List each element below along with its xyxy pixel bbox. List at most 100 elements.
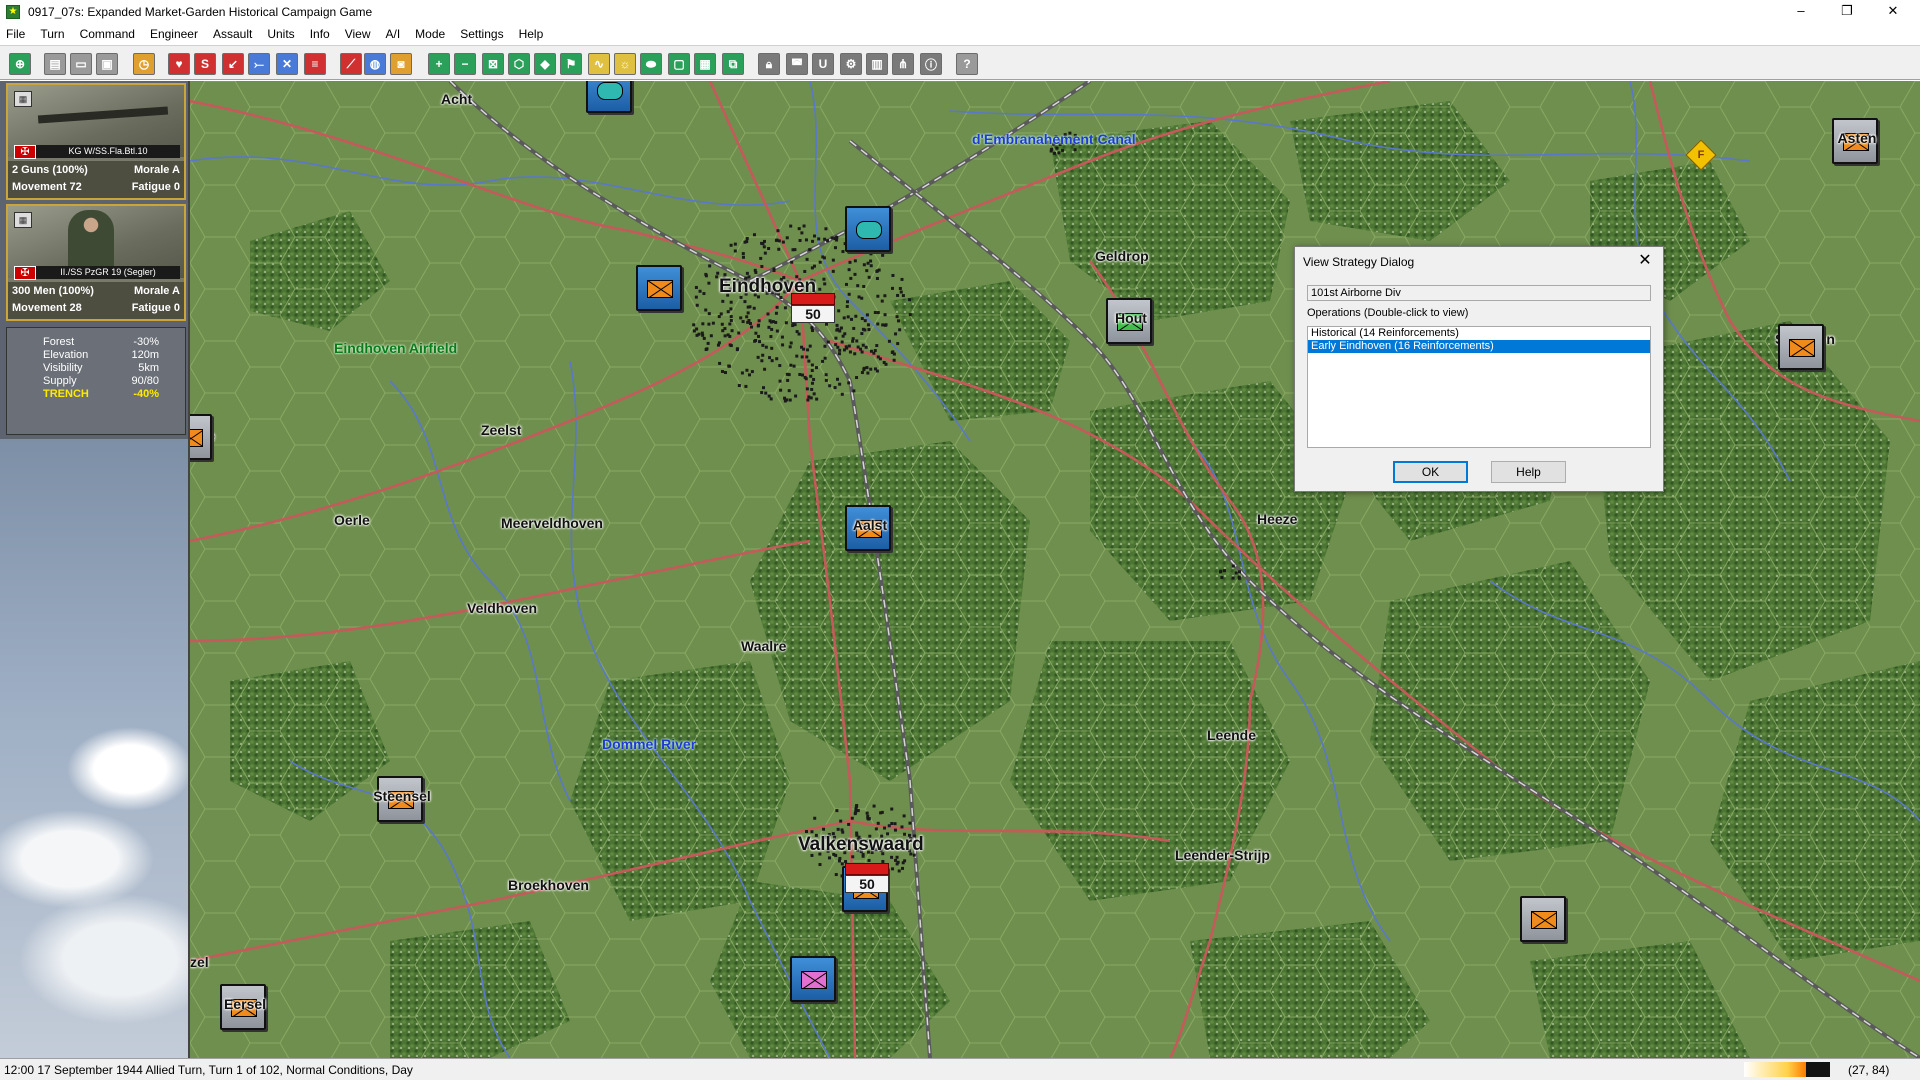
menu-command[interactable]: Command: [80, 27, 135, 41]
menu-engineer[interactable]: Engineer: [150, 27, 198, 41]
menu-a-i[interactable]: A/I: [386, 27, 401, 41]
supply-icon[interactable]: S: [194, 53, 216, 75]
building: [760, 264, 764, 268]
unit-counter-asten[interactable]: Asten: [1832, 118, 1878, 164]
stack-icon[interactable]: ▥: [866, 53, 888, 75]
menu-turn[interactable]: Turn: [40, 27, 64, 41]
building: [695, 327, 699, 331]
sun-icon[interactable]: ☼: [614, 53, 636, 75]
artillery-icon[interactable]: ⤚: [248, 53, 270, 75]
unit-counter-eersel[interactable]: Eersel: [220, 984, 266, 1030]
list-icon[interactable]: ≡: [304, 53, 326, 75]
document-icon[interactable]: ▤: [44, 53, 66, 75]
menu-assault[interactable]: Assault: [213, 27, 252, 41]
unit-counter[interactable]: [1778, 324, 1824, 370]
operation-historical[interactable]: Historical (14 Reinforcements): [1308, 327, 1650, 340]
operation-early-eindhoven[interactable]: Early Eindhoven (16 Reinforcements): [1308, 340, 1650, 353]
plus-icon[interactable]: +: [428, 53, 450, 75]
building: [824, 227, 828, 231]
info-icon[interactable]: ⓘ: [920, 53, 942, 75]
menu-units[interactable]: Units: [267, 27, 294, 41]
victory-point-marker[interactable]: 50: [845, 863, 889, 897]
menu-file[interactable]: File: [6, 27, 25, 41]
dialog-close-button[interactable]: ✕: [1633, 250, 1657, 272]
menu-view[interactable]: View: [345, 27, 371, 41]
unit-counter[interactable]: [586, 81, 632, 113]
maximize-button[interactable]: ❐: [1824, 0, 1870, 24]
menu-mode[interactable]: Mode: [415, 27, 445, 41]
infantry-symbol-icon: [1531, 911, 1557, 929]
building: [768, 356, 772, 360]
heart-icon[interactable]: ♥: [168, 53, 190, 75]
building: [1053, 151, 1057, 155]
building: [880, 299, 884, 303]
unit-icon[interactable]: U: [812, 53, 834, 75]
help-button[interactable]: Help: [1491, 461, 1566, 483]
operations-list[interactable]: Historical (14 Reinforcements) Early Ein…: [1307, 326, 1651, 448]
german-flag-icon: ✠: [14, 266, 36, 280]
unit-counter[interactable]: [636, 265, 682, 311]
shield-icon[interactable]: ◍: [364, 53, 386, 75]
building: [764, 345, 768, 349]
zoom-icon[interactable]: ⧉: [722, 53, 744, 75]
building: [1055, 146, 1059, 150]
river-icon[interactable]: ∿: [588, 53, 610, 75]
close-button[interactable]: ✕: [1870, 0, 1916, 24]
clock-icon[interactable]: ◷: [133, 53, 155, 75]
building: [815, 397, 819, 401]
air-icon[interactable]: ✕: [276, 53, 298, 75]
building: [861, 343, 865, 347]
building: [802, 224, 806, 228]
unit-card-2[interactable]: ▦ ✠ II./SS PzGR 19 (Segler) 300 Men (100…: [6, 204, 186, 321]
unit-counter-aalst[interactable]: Aalst: [845, 505, 891, 551]
building: [866, 323, 870, 327]
lock-icon[interactable]: 🔒︎: [758, 53, 780, 75]
line-icon[interactable]: ⟋: [340, 53, 362, 75]
hex-map[interactable]: d'Embranahement Canal Dommel River Eindh…: [190, 81, 1920, 1058]
building: [839, 326, 843, 330]
map-terrain[interactable]: [190, 81, 1920, 1058]
ok-button[interactable]: OK: [1393, 461, 1468, 483]
flag-icon[interactable]: ⚑: [560, 53, 582, 75]
building: [855, 339, 859, 343]
minus-icon[interactable]: −: [454, 53, 476, 75]
unit-counter-hout[interactable]: Hout: [1106, 298, 1152, 344]
building: [784, 321, 788, 325]
wrench-icon[interactable]: ↙: [222, 53, 244, 75]
folder-icon[interactable]: ▭: [70, 53, 92, 75]
monitor-icon[interactable]: ▢: [668, 53, 690, 75]
building: [900, 866, 904, 870]
unit-counter-steensel[interactable]: Steensel: [373, 776, 431, 822]
unit-counter[interactable]: [190, 414, 212, 460]
menu-settings[interactable]: Settings: [460, 27, 503, 41]
menu-help[interactable]: Help: [519, 27, 544, 41]
tank-icon[interactable]: ◚: [786, 53, 808, 75]
minimize-button[interactable]: –: [1778, 0, 1824, 24]
hex-icon[interactable]: ⬡: [508, 53, 530, 75]
building: [878, 357, 882, 361]
town-heeze: Heeze: [1257, 511, 1298, 527]
unit-counter[interactable]: [1520, 896, 1566, 942]
building: [856, 284, 860, 288]
victory-point-marker[interactable]: 50: [791, 293, 835, 327]
unit-card-1[interactable]: ▦ ✠ KG W/SS.Fla.Btl.10 2 Guns (100%) Mor…: [6, 83, 186, 200]
building: [872, 351, 876, 355]
menu-info[interactable]: Info: [310, 27, 330, 41]
headquarters-icon[interactable]: ◙: [390, 53, 412, 75]
target-icon[interactable]: ⊕: [9, 53, 31, 75]
building: [900, 825, 904, 829]
road-icon[interactable]: ⬬: [640, 53, 662, 75]
building: [837, 309, 841, 313]
unit-counter[interactable]: [845, 206, 891, 252]
unit-counter[interactable]: [790, 956, 836, 1002]
grid-icon[interactable]: ⊠: [482, 53, 504, 75]
building: [729, 318, 733, 322]
building: [795, 330, 799, 334]
help-icon[interactable]: ?: [956, 53, 978, 75]
gear-icon[interactable]: ⚙: [840, 53, 862, 75]
diamond-icon[interactable]: ◆: [534, 53, 556, 75]
save-icon[interactable]: ▣: [96, 53, 118, 75]
building: [704, 348, 708, 352]
map-icon[interactable]: ▦: [694, 53, 716, 75]
org-icon[interactable]: ⋔: [892, 53, 914, 75]
